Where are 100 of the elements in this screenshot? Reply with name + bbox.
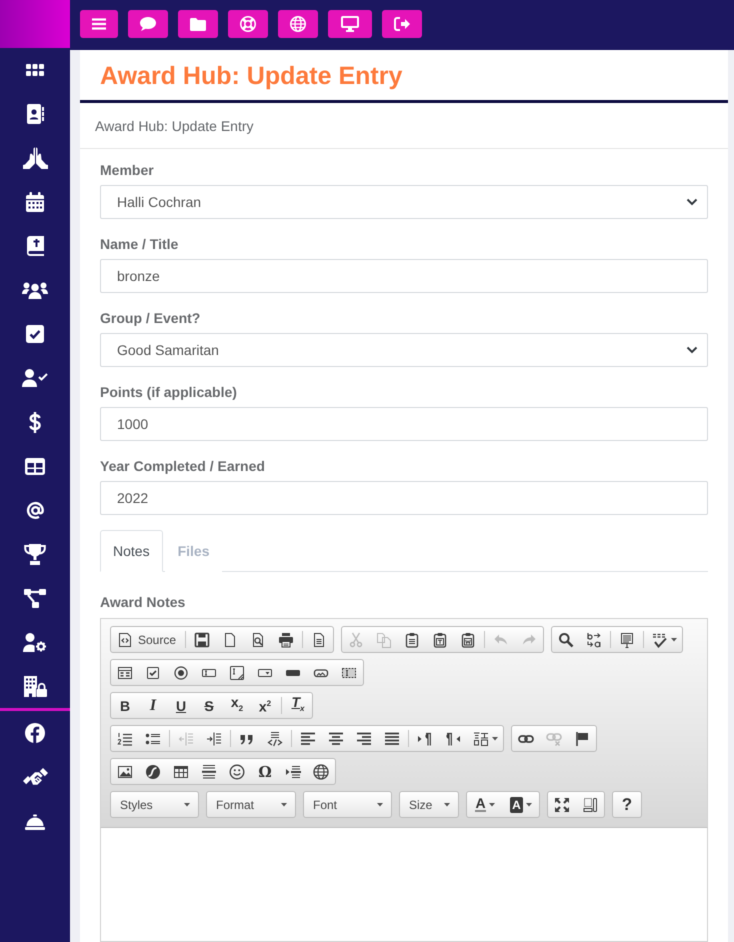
- flash-icon: [145, 764, 161, 780]
- check-square-icon[interactable]: [26, 325, 44, 343]
- text-field[interactable]: 1000: [100, 407, 708, 441]
- background-color-button[interactable]: A: [503, 792, 539, 817]
- brand-panel: [0, 0, 70, 48]
- calendar-icon[interactable]: [26, 192, 44, 212]
- strikethrough-button[interactable]: S: [195, 693, 223, 718]
- chevron-down-icon: [686, 346, 698, 354]
- caret-down-icon: [184, 802, 190, 806]
- logout-button[interactable]: [382, 10, 422, 38]
- speech-bubble-icon: [140, 17, 156, 31]
- pilcrow-icon: [445, 730, 461, 746]
- globe-button[interactable]: [278, 10, 318, 38]
- code-page-icon: [117, 632, 133, 648]
- align-left-icon: [300, 730, 316, 746]
- text-field[interactable]: bronze: [100, 259, 708, 293]
- format-dropdown[interactable]: Format: [206, 791, 296, 818]
- special-character-button[interactable]: Ω: [251, 759, 279, 784]
- table-icon[interactable]: [25, 458, 45, 474]
- user-gear-icon[interactable]: [23, 632, 47, 652]
- italic-button[interactable]: I: [139, 693, 167, 718]
- smiley-icon: [229, 764, 245, 780]
- superscript-button[interactable]: x$^{2}$: [251, 693, 279, 718]
- copy-icon: [376, 632, 392, 648]
- printer-icon: [278, 632, 294, 648]
- building-lock-icon[interactable]: [24, 676, 46, 696]
- source-button[interactable]: Source: [111, 627, 184, 652]
- praying-hands-icon[interactable]: [22, 147, 48, 169]
- horizontal-lines-icon: [201, 764, 217, 780]
- clipboard-icon: [404, 632, 420, 648]
- flag-icon: [574, 730, 590, 746]
- field-label: Award Notes: [100, 593, 186, 612]
- trophy-icon[interactable]: [24, 544, 46, 564]
- users-icon[interactable]: [22, 282, 48, 298]
- caret-down-icon: [670, 638, 677, 642]
- grid-icon[interactable]: [26, 64, 44, 76]
- page-break-icon: [285, 764, 301, 780]
- caret-down-icon: [444, 802, 450, 806]
- select-field[interactable]: Good Samaritan: [100, 333, 708, 367]
- clipboard-icon: [460, 632, 476, 648]
- help-button[interactable]: ?: [613, 792, 641, 817]
- bell-icon[interactable]: [25, 812, 45, 830]
- monitor-icon: [341, 16, 359, 32]
- diagram-icon[interactable]: [24, 588, 46, 608]
- bold-button[interactable]: B: [111, 693, 139, 718]
- search-icon: [558, 632, 574, 648]
- field-label: Member: [100, 161, 154, 180]
- justify-icon: [384, 730, 400, 746]
- user-check-icon[interactable]: [22, 369, 48, 387]
- size-dropdown[interactable]: Size: [399, 791, 459, 818]
- text-field[interactable]: 2022: [100, 481, 708, 515]
- sign-out-icon: [394, 17, 410, 31]
- life-ring-button[interactable]: [228, 10, 268, 38]
- address-book-icon[interactable]: [26, 104, 44, 124]
- globe-icon: [290, 16, 306, 32]
- globe-icon: [313, 764, 329, 780]
- handshake-icon[interactable]: [22, 767, 48, 787]
- broken-link-icon: [546, 730, 562, 746]
- image-icon: [117, 764, 133, 780]
- select-field[interactable]: Halli Cochran: [100, 185, 708, 219]
- underline-button[interactable]: U: [167, 693, 195, 718]
- dollar-icon[interactable]: [29, 412, 41, 432]
- radio-icon: [173, 664, 189, 680]
- expand-arrows-icon: [554, 796, 570, 812]
- at-sign-icon[interactable]: [26, 500, 44, 520]
- caret-down-icon: [492, 736, 498, 740]
- text-color-button[interactable]: A: [467, 792, 503, 817]
- caret-down-icon: [526, 802, 532, 806]
- textarea-icon: [229, 664, 245, 680]
- code-brackets-icon: [267, 730, 283, 746]
- field-label: Points (if applicable): [100, 383, 237, 402]
- field-label: Name / Title: [100, 235, 178, 254]
- comment-button[interactable]: [128, 10, 168, 38]
- indent-icon: [206, 730, 222, 746]
- page-title: Award Hub: Update Entry: [100, 61, 402, 92]
- font-dropdown[interactable]: Font: [303, 791, 392, 818]
- field-label: Group / Event?: [100, 309, 200, 328]
- remove-format-button[interactable]: T$_{x}$: [284, 693, 312, 718]
- folder-button[interactable]: [178, 10, 218, 38]
- facebook-icon[interactable]: [25, 723, 45, 743]
- outdent-icon: [178, 730, 194, 746]
- caret-down-icon: [377, 802, 383, 806]
- monitor-button[interactable]: [328, 10, 372, 38]
- tab[interactable]: Notes: [100, 530, 163, 572]
- book-cross-icon[interactable]: [26, 236, 44, 256]
- numbered-list-icon: [117, 730, 133, 746]
- spellcheck-icon: [652, 632, 668, 648]
- replace-icon: [586, 632, 602, 648]
- subscript-button[interactable]: x$_{2}$: [223, 693, 251, 718]
- folder-icon: [190, 18, 206, 30]
- language-icon: [472, 730, 488, 746]
- menu-icon: [92, 18, 106, 30]
- breadcrumb: Award Hub: Update Entry: [95, 118, 254, 134]
- styles-dropdown[interactable]: Styles: [110, 791, 199, 818]
- align-center-icon: [328, 730, 344, 746]
- chevron-down-icon: [686, 198, 698, 206]
- scissors-icon: [348, 632, 364, 648]
- field-label: Year Completed / Earned: [100, 457, 265, 476]
- caret-down-icon: [488, 802, 495, 806]
- menu-button[interactable]: [80, 10, 118, 38]
